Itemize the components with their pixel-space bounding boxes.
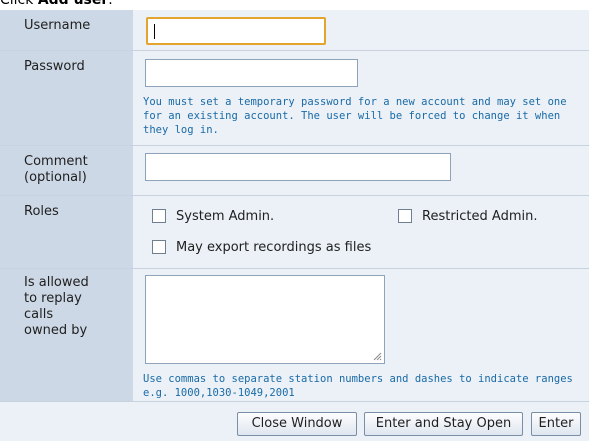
replay-textarea[interactable] [145,275,385,364]
enter-and-stay-open-button[interactable]: Enter and Stay Open [364,412,523,436]
close-window-button[interactable]: Close Window [237,412,357,436]
restricted-admin-checkbox[interactable] [398,208,412,223]
comment-label: Comment (optional) [0,146,133,195]
username-label: Username [0,10,133,50]
replay-cell: Use commas to separate station numbers a… [133,269,589,401]
replay-hint: Use commas to separate station numbers a… [143,373,573,399]
roles-cell: System Admin. Restricted Admin. May expo… [133,196,589,268]
restricted-admin-label: Restricted Admin. [422,209,538,224]
password-cell: You must set a temporary password for a … [133,51,589,145]
replay-row: Is allowed to replay calls owned by Use … [0,269,589,402]
username-cell [133,10,589,50]
comment-input[interactable] [145,153,451,181]
role-export-recordings[interactable]: May export recordings as files [152,239,372,256]
roles-row: Roles System Admin. Restricted Admin. Ma… [0,196,589,269]
system-admin-label: System Admin. [176,209,275,224]
replay-label: Is allowed to replay calls owned by [0,269,133,401]
resize-grip-icon[interactable] [373,352,382,361]
instruction-suffix: . [108,0,113,8]
system-admin-checkbox[interactable] [152,208,166,223]
export-recordings-checkbox[interactable] [152,239,166,254]
button-bar: Close Window Enter and Stay Open Enter [0,402,589,441]
instruction-prefix: Click [0,0,38,8]
roles-label: Roles [0,196,133,268]
password-label: Password [0,51,133,145]
instruction-bold: Add user [37,0,109,8]
text-caret [154,24,155,39]
comment-cell [133,146,589,195]
export-recordings-label: May export recordings as files [176,240,372,255]
user-form: Username Password You must set a tempora… [0,10,589,441]
username-row: Username [0,10,589,51]
password-hint: You must set a temporary password for a … [143,96,567,136]
username-input[interactable] [146,17,326,45]
role-restricted-admin[interactable]: Restricted Admin. [398,208,538,225]
instruction-text: Click Add user. [0,0,113,8]
role-system-admin[interactable]: System Admin. [152,208,275,225]
password-input[interactable] [145,59,358,87]
password-row: Password You must set a temporary passwo… [0,51,589,146]
enter-button[interactable]: Enter [531,412,581,436]
comment-row: Comment (optional) [0,146,589,196]
